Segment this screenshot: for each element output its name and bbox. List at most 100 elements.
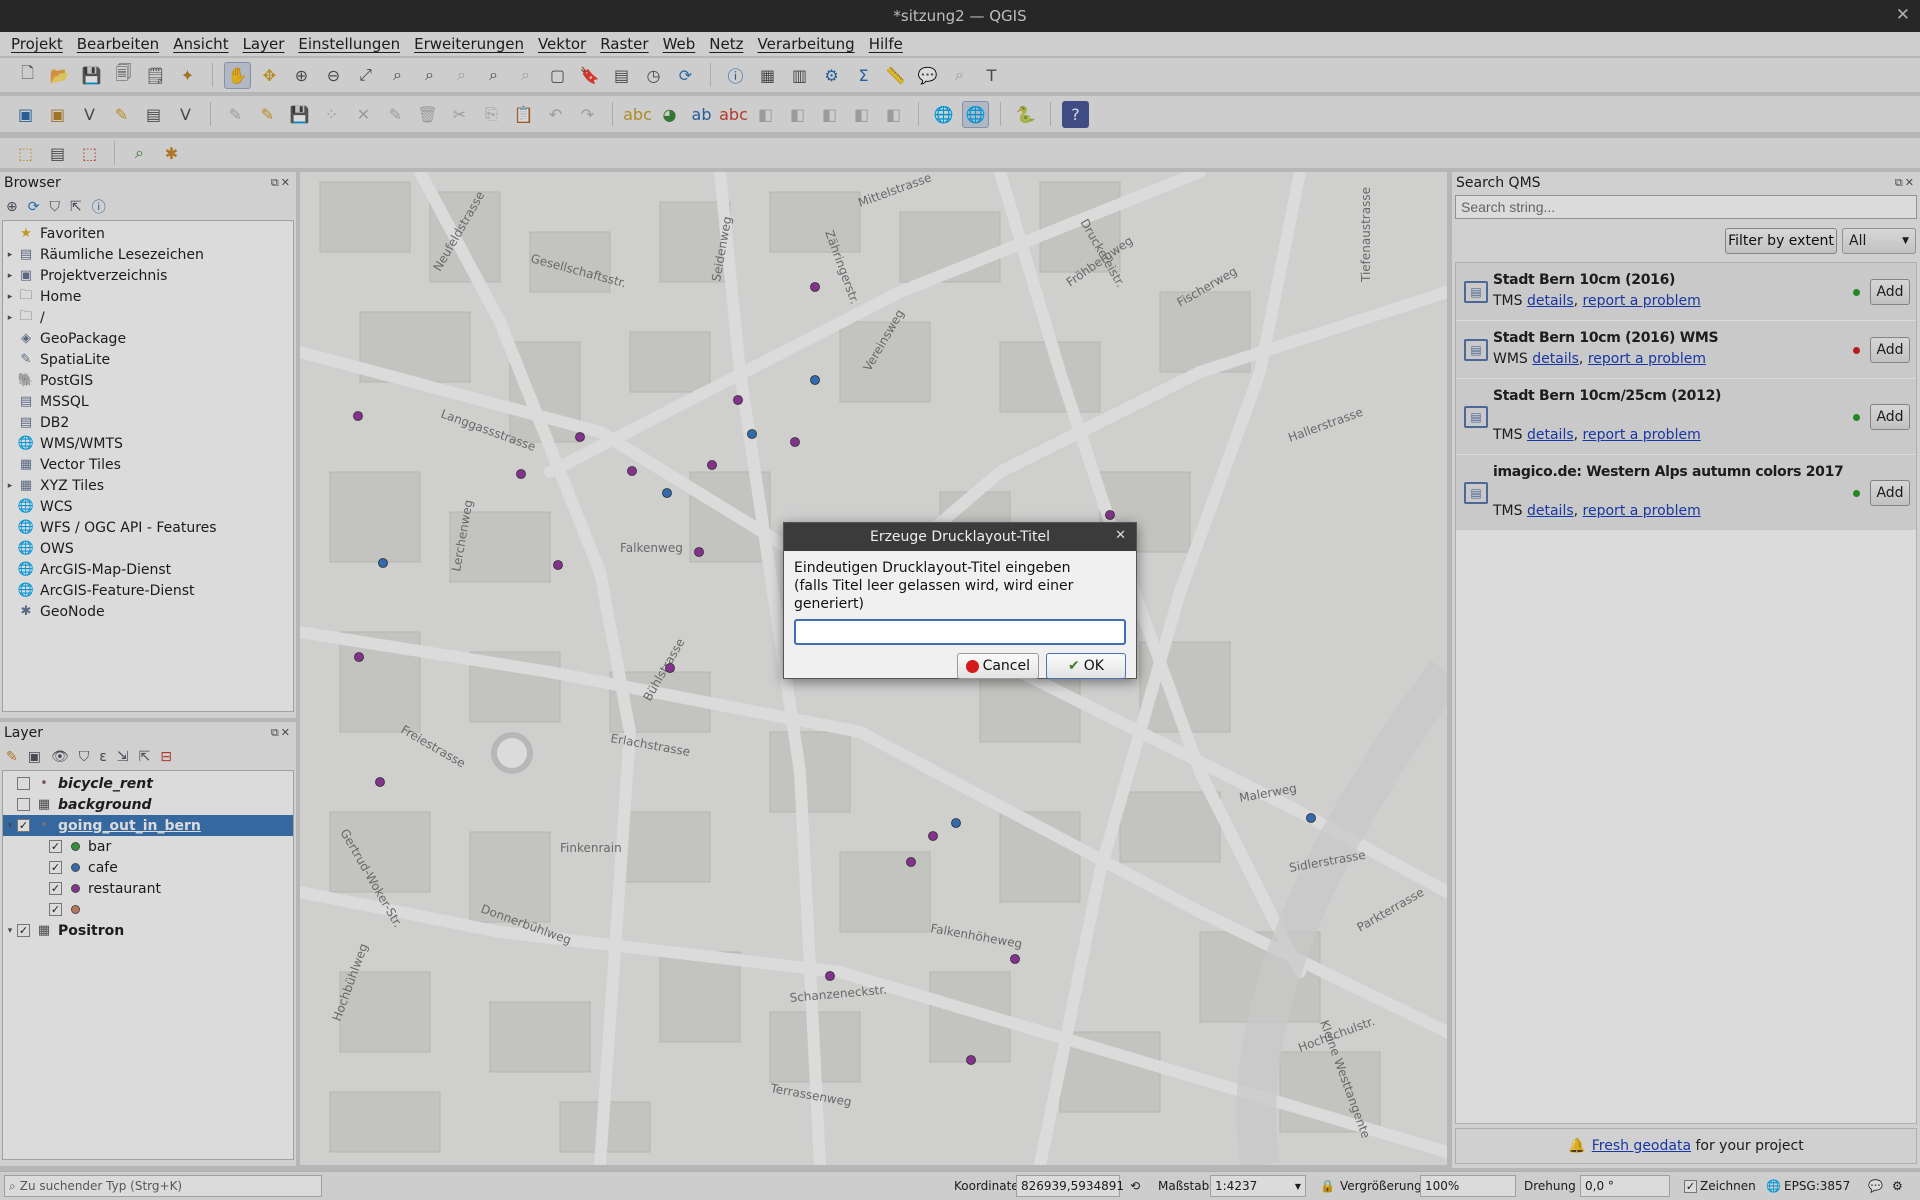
delete-selected-icon[interactable]: 🗑 bbox=[414, 101, 441, 128]
expand-arrow-icon[interactable]: ▾ bbox=[3, 821, 17, 831]
browser-item[interactable]: ▸ 🗀 Home bbox=[3, 286, 293, 307]
browser-item[interactable]: ▸ ▦ XYZ Tiles bbox=[3, 475, 293, 496]
expand-arrow-icon[interactable]: ▸ bbox=[3, 250, 17, 260]
poi-marker[interactable] bbox=[1306, 813, 1316, 823]
menu-verarbeitung[interactable]: Verarbeitung bbox=[751, 35, 862, 53]
new-geopackage-layer-icon[interactable]: ▣ bbox=[44, 101, 71, 128]
qms-search-icon[interactable]: 🌐 bbox=[962, 100, 989, 128]
zoom-out-icon[interactable]: ⊖ bbox=[320, 62, 347, 89]
poi-marker[interactable] bbox=[665, 663, 675, 673]
poi-marker[interactable] bbox=[662, 488, 672, 498]
refresh-icon[interactable]: ⟳ bbox=[672, 62, 699, 89]
modify-attributes-icon[interactable]: ✎ bbox=[382, 101, 409, 128]
add-selected-layers-icon[interactable]: ⊕ bbox=[6, 199, 18, 215]
poi-marker[interactable] bbox=[516, 469, 526, 479]
qms-icon[interactable]: 🌐 bbox=[930, 101, 957, 128]
menu-bearbeiten[interactable]: Bearbeiten bbox=[70, 35, 166, 53]
manage-visibility-icon[interactable]: 👁 bbox=[51, 749, 69, 765]
zoom-next-icon[interactable]: ⌕ bbox=[512, 62, 539, 89]
browser-item[interactable]: 🌐 WCS bbox=[3, 496, 293, 517]
browser-item[interactable]: 🐘 PostGIS bbox=[3, 370, 293, 391]
new-print-layout-icon[interactable]: 🗐 bbox=[110, 62, 137, 89]
add-button[interactable]: Add bbox=[1870, 480, 1910, 506]
new-shapefile-layer-icon[interactable]: V bbox=[76, 101, 103, 128]
layer-visibility-checkbox[interactable] bbox=[17, 798, 30, 811]
poi-marker[interactable] bbox=[951, 818, 961, 828]
qms-search-input[interactable] bbox=[1455, 195, 1917, 219]
poi-marker[interactable] bbox=[1010, 954, 1020, 964]
menu-raster[interactable]: Raster bbox=[593, 35, 655, 53]
info-icon[interactable]: ⓘ bbox=[92, 197, 106, 217]
poi-marker[interactable] bbox=[906, 857, 916, 867]
select-by-value-icon[interactable]: ▤ bbox=[44, 140, 71, 167]
new-temporary-layer-icon[interactable]: ✎ bbox=[108, 101, 135, 128]
toggle-editing-icon[interactable]: ✎ bbox=[254, 101, 281, 128]
menu-ansicht[interactable]: Ansicht bbox=[166, 35, 235, 53]
poi-marker[interactable] bbox=[825, 971, 835, 981]
browser-item[interactable]: 🌐 WMS/WMTS bbox=[3, 433, 293, 454]
zoom-full-icon[interactable]: ⤢ bbox=[352, 62, 379, 89]
menu-hilfe[interactable]: Hilfe bbox=[862, 35, 910, 53]
data-source-manager-icon[interactable]: ▣ bbox=[12, 101, 39, 128]
poi-marker[interactable] bbox=[353, 411, 363, 421]
coordinate-field[interactable]: 826939,5934891 bbox=[1016, 1175, 1124, 1197]
layer-item[interactable]: ✓ bbox=[3, 899, 293, 920]
remove-layer-icon[interactable]: ⊟ bbox=[160, 749, 172, 765]
magnifier-spinbox[interactable]: 100% bbox=[1420, 1175, 1516, 1197]
filter-by-extent-button[interactable]: Filter by extent bbox=[1725, 228, 1837, 254]
report-problem-link[interactable]: report a problem bbox=[1583, 503, 1701, 519]
browser-item[interactable]: 🌐 ArcGIS-Map-Dienst bbox=[3, 559, 293, 580]
poi-marker[interactable] bbox=[575, 432, 585, 442]
browser-item[interactable]: 🌐 OWS bbox=[3, 538, 293, 559]
processing-toolbox-icon[interactable]: ⚙ bbox=[818, 62, 845, 89]
locate-feature-icon[interactable]: ⌕ bbox=[946, 62, 973, 89]
report-problem-link[interactable]: report a problem bbox=[1588, 351, 1706, 367]
save-project-icon[interactable]: 💾 bbox=[78, 62, 105, 89]
collapse-all-icon[interactable]: ⇱ bbox=[70, 199, 82, 215]
pan-to-selection-icon[interactable]: ✥ bbox=[256, 62, 283, 89]
panel-float-close-icon[interactable]: ⧉✕ bbox=[271, 176, 292, 190]
layer-visibility-checkbox[interactable] bbox=[17, 777, 30, 790]
style-manager-icon[interactable]: ✦ bbox=[174, 62, 201, 89]
browser-item[interactable]: ✎ SpatiaLite bbox=[3, 349, 293, 370]
plugin-tool-icon[interactable]: ✱ bbox=[158, 140, 185, 167]
close-icon[interactable]: ✕ bbox=[1896, 5, 1910, 25]
layer-item[interactable]: ▦ background bbox=[3, 794, 293, 815]
map-tips-icon[interactable]: 💬 bbox=[914, 62, 941, 89]
panel-float-close-icon[interactable]: ⧉✕ bbox=[1895, 176, 1916, 190]
new-spatialite-layer-icon[interactable]: V bbox=[172, 101, 199, 128]
crs-globe-icon[interactable]: 🌐 bbox=[1766, 1179, 1781, 1193]
render-checkbox[interactable]: ✓ bbox=[1684, 1180, 1697, 1193]
scale-combobox[interactable]: 1:4237 ▼ bbox=[1210, 1175, 1306, 1197]
add-button[interactable]: Add bbox=[1870, 279, 1910, 305]
menu-einstellungen[interactable]: Einstellungen bbox=[291, 35, 407, 53]
add-group-icon[interactable]: ▣ bbox=[28, 749, 41, 765]
poi-marker[interactable] bbox=[966, 1055, 976, 1065]
identify-features-icon[interactable]: ⓘ bbox=[722, 62, 749, 89]
poi-marker[interactable] bbox=[627, 466, 637, 476]
search-plugin-icon[interactable]: ⌕ bbox=[126, 140, 153, 167]
pan-map-icon[interactable]: ✋ bbox=[224, 61, 251, 89]
attribute-table-icon[interactable]: ▦ bbox=[754, 62, 781, 89]
layer-visibility-checkbox[interactable]: ✓ bbox=[49, 861, 62, 874]
layout-manager-icon[interactable]: 🗒 bbox=[142, 62, 169, 89]
report-problem-link[interactable]: report a problem bbox=[1583, 427, 1701, 443]
move-diagram-icon[interactable]: ◧ bbox=[848, 101, 875, 128]
browser-item[interactable]: ▤ MSSQL bbox=[3, 391, 293, 412]
add-button[interactable]: Add bbox=[1870, 404, 1910, 430]
add-button[interactable]: Add bbox=[1870, 337, 1910, 363]
new-map-view-icon[interactable]: ▢ bbox=[544, 62, 571, 89]
add-feature-icon[interactable]: ⁘ bbox=[318, 101, 345, 128]
poi-marker[interactable] bbox=[553, 560, 563, 570]
poi-marker[interactable] bbox=[707, 460, 717, 470]
refresh-icon[interactable]: ⟳ bbox=[28, 199, 40, 215]
poi-marker[interactable] bbox=[1105, 510, 1115, 520]
details-link[interactable]: details bbox=[1527, 503, 1574, 519]
collapse-all-icon[interactable]: ⇱ bbox=[139, 749, 151, 765]
details-link[interactable]: details bbox=[1527, 427, 1574, 443]
report-problem-link[interactable]: report a problem bbox=[1583, 293, 1701, 309]
zoom-in-icon[interactable]: ⊕ bbox=[288, 62, 315, 89]
menu-layer[interactable]: Layer bbox=[236, 35, 292, 53]
browser-item[interactable]: ★ Favoriten bbox=[3, 223, 293, 244]
filter-legend-icon[interactable]: ⛉ bbox=[79, 749, 90, 765]
